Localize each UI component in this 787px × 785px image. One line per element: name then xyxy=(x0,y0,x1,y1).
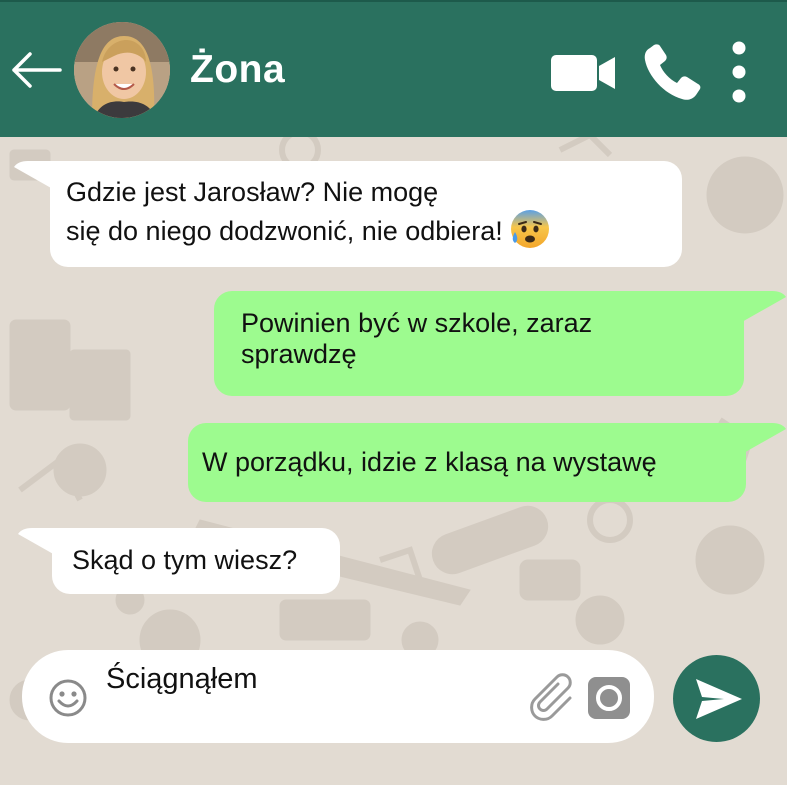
avatar[interactable] xyxy=(74,22,170,118)
send-button[interactable] xyxy=(673,655,760,742)
chat-header: Żona xyxy=(0,0,787,137)
smiley-icon[interactable] xyxy=(48,678,88,718)
camera-icon[interactable] xyxy=(588,677,630,719)
paperclip-icon[interactable] xyxy=(530,672,580,722)
avatar-photo xyxy=(74,22,170,118)
message-input-bar[interactable]: Ściągnąłem xyxy=(22,650,654,743)
contact-name[interactable]: Żona xyxy=(190,48,285,92)
incoming-message[interactable]: Skąd o tym wiesz? xyxy=(52,528,340,594)
outgoing-message[interactable]: Powinien być w szkole, zaraz sprawdzę xyxy=(214,291,744,396)
message-text-line: się do niego dodzwonić, nie odbiera! xyxy=(66,208,682,250)
message-text-line: W porządku, idzie z klasą na wystawę xyxy=(202,447,657,477)
send-arrow-icon xyxy=(696,679,742,719)
outgoing-message[interactable]: W porządku, idzie z klasą na wystawę xyxy=(188,423,746,502)
video-camera-icon[interactable] xyxy=(551,52,617,94)
incoming-message[interactable]: Gdzie jest Jarosław? Nie mogę się do nie… xyxy=(50,161,682,267)
message-input[interactable]: Ściągnąłem xyxy=(106,663,258,696)
message-text-line: sprawdzę xyxy=(241,339,357,369)
message-text-line: Skąd o tym wiesz? xyxy=(72,545,298,575)
anxious-face-emoji-icon xyxy=(510,210,549,248)
arrow-left-icon[interactable] xyxy=(10,50,62,90)
more-vertical-icon[interactable] xyxy=(728,40,750,104)
message-text-line: Powinien być w szkole, zaraz xyxy=(241,308,593,338)
phone-icon[interactable] xyxy=(642,44,702,102)
message-text-line: Gdzie jest Jarosław? Nie mogę xyxy=(66,177,439,207)
